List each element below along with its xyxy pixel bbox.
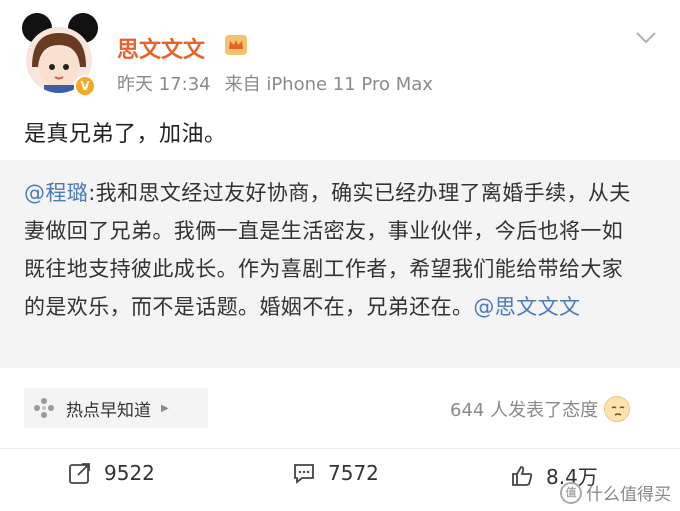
crown-icon <box>225 35 247 55</box>
chevron-down-icon[interactable] <box>634 30 658 46</box>
repost-text: @程璐:我和思文经过友好协商，确实已经办理了离婚手续，从夫妻做回了兄弟。我俩一直… <box>24 174 644 326</box>
post-source: 来自 iPhone 11 Pro Max <box>224 74 433 95</box>
watermark: 值 什么值得买 <box>560 480 671 505</box>
comment-button[interactable]: 7572 <box>292 461 379 485</box>
emoji-face-icon <box>604 396 631 422</box>
pinwheel-icon <box>24 388 64 428</box>
post-header: V 思文文文 昨天 17:34 来自 iPhone 11 Pro Max <box>0 0 680 112</box>
watermark-logo-icon: 值 <box>560 481 582 504</box>
topic-label: 热点早知道 <box>66 400 151 421</box>
post-meta: 昨天 17:34 来自 iPhone 11 Pro Max <box>117 70 433 96</box>
thumbs-up-icon <box>512 465 533 486</box>
repost-author-mention[interactable]: @程璐 <box>24 181 88 205</box>
attitude-text: 644 人发表了态度 <box>450 400 599 421</box>
comment-bubble-icon <box>294 464 314 484</box>
comment-count: 7572 <box>328 461 379 485</box>
repost-count: 9522 <box>104 461 155 485</box>
caret-right-icon: ▶ <box>161 402 169 414</box>
attitude-summary[interactable]: 644 人发表了态度 <box>450 396 631 422</box>
repost-tail-mention[interactable]: @思文文文 <box>473 295 580 319</box>
avatar[interactable]: V <box>22 13 100 99</box>
post-text: 是真兄弟了，加油。 <box>24 122 227 147</box>
topic-chip[interactable]: 热点早知道 ▶ <box>24 388 208 428</box>
post-time: 昨天 17:34 <box>117 74 211 95</box>
repost-button[interactable]: 9522 <box>68 461 155 485</box>
repost-card[interactable]: @程璐:我和思文经过友好协商，确实已经办理了离婚手续，从夫妻做回了兄弟。我俩一直… <box>0 160 680 368</box>
username[interactable]: 思文文文 <box>117 32 205 64</box>
share-arrow-icon <box>69 463 90 484</box>
watermark-label: 什么值得买 <box>586 485 671 505</box>
verified-v-icon: V <box>74 75 96 97</box>
